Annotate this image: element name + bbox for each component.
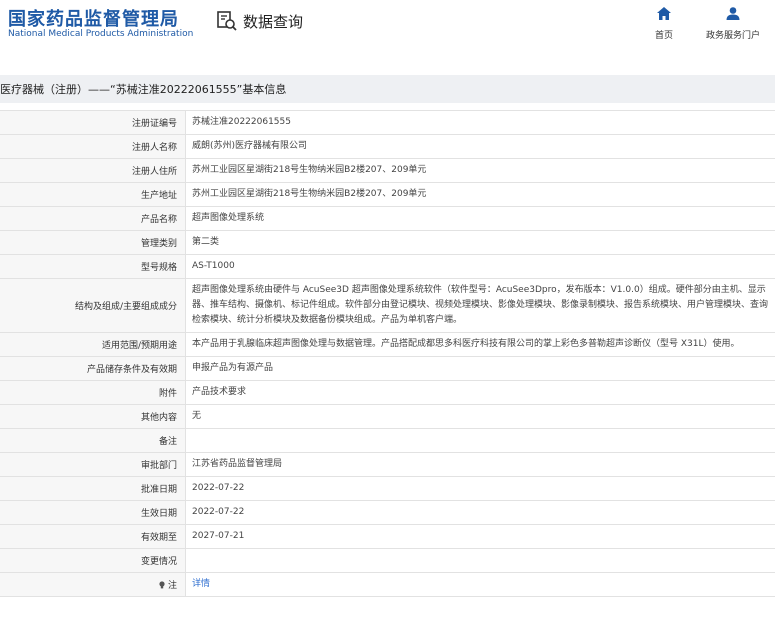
nav-gov-service-portal[interactable]: 政务服务门户 <box>700 5 766 41</box>
details-link[interactable]: 详情 <box>192 577 210 592</box>
table-row: 产品储存条件及有效期 申报产品为有源产品 <box>0 357 775 381</box>
user-icon <box>726 5 740 24</box>
note-value: 详情 <box>186 573 775 596</box>
row-label: 审批部门 <box>0 453 186 476</box>
table-row: 生产地址 苏州工业园区星湖街218号生物纳米园B2楼207、209单元 <box>0 183 775 207</box>
row-value: 威朗(苏州)医疗器械有限公司 <box>192 141 308 151</box>
row-value: 2022-07-22 <box>192 483 245 493</box>
nav-home[interactable]: 首页 <box>650 5 678 41</box>
row-value <box>186 429 775 452</box>
nav-gov-label: 政务服务门户 <box>705 31 760 41</box>
table-row: 附件 产品技术要求 <box>0 381 775 405</box>
row-label: 生产地址 <box>0 183 186 206</box>
row-value: 超声图像处理系统 <box>192 213 265 223</box>
row-label: 注册人名称 <box>0 135 186 158</box>
row-label: 注册人住所 <box>0 159 186 182</box>
row-label: 备注 <box>0 429 186 452</box>
page-header: 国家药品监督管理局 National Medical Products Admi… <box>0 0 775 52</box>
row-label: 产品名称 <box>0 207 186 230</box>
table-row: 注册人名称 威朗(苏州)医疗器械有限公司 <box>0 135 775 159</box>
row-value: 苏州工业园区星湖街218号生物纳米园B2楼207、209单元 <box>192 165 427 175</box>
breadcrumb: 医疗器械（注册）——“苏械注准20222061555”基本信息 <box>0 75 775 103</box>
table-row: 有效期至 2027-07-21 <box>0 525 775 549</box>
row-label: 结构及组成/主要组成成分 <box>0 279 186 332</box>
row-label: 生效日期 <box>0 501 186 524</box>
table-row: 生效日期 2022-07-22 <box>0 501 775 525</box>
row-value: AS-T1000 <box>192 261 235 271</box>
row-value: 超声图像处理系统由硬件与 AcuSee3D 超声图像处理系统软件（软件型号：Ac… <box>192 285 769 325</box>
row-value: 无 <box>192 411 202 421</box>
table-row: 型号规格 AS-T1000 <box>0 255 775 279</box>
row-label: 管理类别 <box>0 231 186 254</box>
row-value: 2027-07-21 <box>192 531 245 541</box>
row-label: 变更情况 <box>0 549 186 572</box>
row-value: 2022-07-22 <box>192 507 245 517</box>
table-row: 注册人住所 苏州工业园区星湖街218号生物纳米园B2楼207、209单元 <box>0 159 775 183</box>
row-value: 苏州工业园区星湖街218号生物纳米园B2楼207、209单元 <box>192 189 427 199</box>
note-row: 注 详情 <box>0 573 775 597</box>
row-label: 型号规格 <box>0 255 186 278</box>
bulb-icon <box>158 580 166 589</box>
table-row: 结构及组成/主要组成成分 超声图像处理系统由硬件与 AcuSee3D 超声图像处… <box>0 279 775 333</box>
row-value: 第二类 <box>192 237 220 247</box>
row-value <box>186 549 775 572</box>
table-row: 其他内容 无 <box>0 405 775 429</box>
row-label: 附件 <box>0 381 186 404</box>
search-document-icon <box>216 10 238 32</box>
row-value: 本产品用于乳腺临床超声图像处理与数据管理。产品搭配成都思多科医疗科技有限公司的掌… <box>192 339 740 349</box>
row-label: 适用范围/预期用途 <box>0 333 186 356</box>
row-label: 其他内容 <box>0 405 186 428</box>
table-row: 批准日期 2022-07-22 <box>0 477 775 501</box>
row-value: 江苏省药品监督管理局 <box>192 459 283 469</box>
row-label: 注册证编号 <box>0 111 186 134</box>
home-icon <box>657 5 671 24</box>
row-label: 批准日期 <box>0 477 186 500</box>
row-value: 苏械注准20222061555 <box>192 117 291 127</box>
data-query-title-group: 数据查询 <box>216 9 303 33</box>
note-label-cell: 注 <box>0 573 186 596</box>
data-query-title: 数据查询 <box>243 12 304 31</box>
nav-home-label: 首页 <box>654 31 673 41</box>
logo-english[interactable]: National Medical Products Administration <box>8 29 193 39</box>
table-row: 管理类别 第二类 <box>0 231 775 255</box>
table-row: 审批部门 江苏省药品监督管理局 <box>0 453 775 477</box>
table-row: 产品名称 超声图像处理系统 <box>0 207 775 231</box>
detail-table: 注册证编号 苏械注准20222061555 注册人名称 威朗(苏州)医疗器械有限… <box>0 110 775 597</box>
table-row: 备注 <box>0 429 775 453</box>
note-label: 注 <box>167 581 177 591</box>
row-label: 产品储存条件及有效期 <box>0 357 186 380</box>
row-value: 申报产品为有源产品 <box>192 363 274 373</box>
row-label: 有效期至 <box>0 525 186 548</box>
logo-chinese[interactable]: 国家药品监督管理局 <box>8 5 179 31</box>
row-value: 产品技术要求 <box>192 387 247 397</box>
table-row: 变更情况 <box>0 549 775 573</box>
table-row: 注册证编号 苏械注准20222061555 <box>0 111 775 135</box>
table-row: 适用范围/预期用途 本产品用于乳腺临床超声图像处理与数据管理。产品搭配成都思多科… <box>0 333 775 357</box>
